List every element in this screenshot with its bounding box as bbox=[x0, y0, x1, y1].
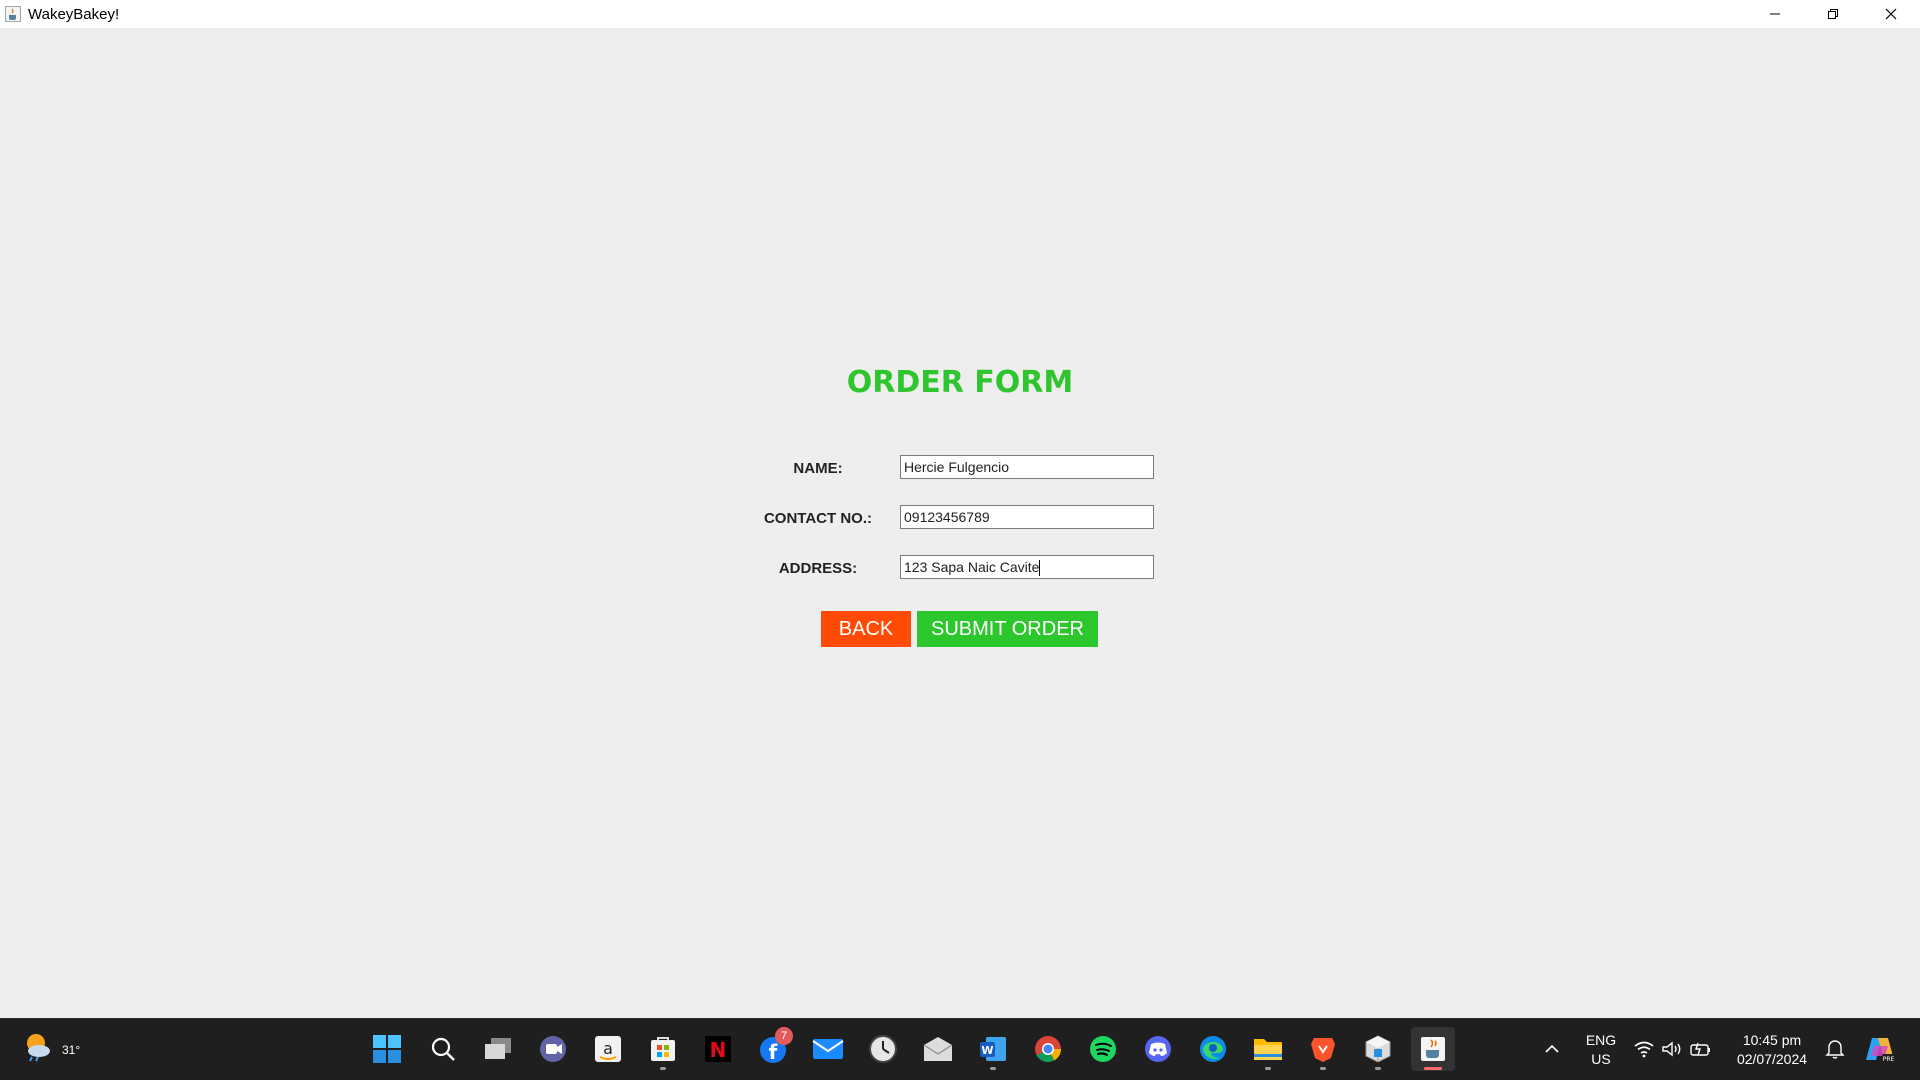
mail-button[interactable] bbox=[806, 1027, 850, 1071]
running-indicator bbox=[1265, 1067, 1271, 1070]
discord-icon bbox=[1145, 1036, 1171, 1062]
clock-icon bbox=[869, 1035, 897, 1063]
name-field[interactable]: Hercie Fulgencio bbox=[900, 455, 1154, 479]
spotify-icon bbox=[1090, 1036, 1116, 1062]
running-indicator bbox=[1375, 1067, 1381, 1070]
svg-text:N: N bbox=[710, 1038, 727, 1062]
chrome-button[interactable] bbox=[1026, 1027, 1070, 1071]
running-indicator bbox=[990, 1067, 996, 1070]
close-button[interactable] bbox=[1862, 0, 1920, 28]
mail-icon bbox=[812, 1039, 844, 1059]
svg-text:W: W bbox=[981, 1044, 993, 1057]
amazon-icon: a bbox=[595, 1036, 621, 1062]
windows-start-icon bbox=[373, 1035, 401, 1063]
edge-icon bbox=[1200, 1036, 1226, 1062]
file-explorer-button[interactable] bbox=[1246, 1027, 1290, 1071]
chrome-icon bbox=[1035, 1036, 1062, 1063]
facebook-button[interactable]: f 7 bbox=[751, 1027, 795, 1071]
amazon-button[interactable]: a bbox=[586, 1027, 630, 1071]
search-button[interactable] bbox=[421, 1027, 465, 1071]
address-label: ADDRESS: bbox=[778, 560, 858, 577]
volume-icon bbox=[1662, 1041, 1681, 1057]
task-view-button[interactable] bbox=[476, 1027, 520, 1071]
task-view-icon bbox=[485, 1038, 511, 1059]
svg-text:a: a bbox=[603, 1039, 613, 1058]
teams-button[interactable] bbox=[531, 1027, 575, 1071]
netflix-icon: N bbox=[705, 1036, 731, 1062]
language-indicator[interactable]: ENG US bbox=[1578, 1031, 1624, 1069]
contact-field[interactable]: 09123456789 bbox=[900, 505, 1154, 529]
address-field[interactable]: 123 Sapa Naic Cavite bbox=[900, 555, 1154, 579]
word-icon: W bbox=[980, 1037, 1006, 1061]
spotify-button[interactable] bbox=[1081, 1027, 1125, 1071]
active-indicator bbox=[1424, 1067, 1442, 1070]
minimize-button[interactable] bbox=[1746, 0, 1804, 28]
virtualbox-button[interactable] bbox=[1356, 1027, 1400, 1071]
wifi-icon bbox=[1634, 1041, 1654, 1058]
running-indicator bbox=[660, 1067, 666, 1070]
submit-order-button[interactable]: SUBMIT ORDER bbox=[917, 611, 1098, 647]
svg-text:PRE: PRE bbox=[1883, 1056, 1895, 1063]
date-text: 02/07/2024 bbox=[1736, 1051, 1808, 1067]
name-field-value: Hercie Fulgencio bbox=[904, 459, 1010, 475]
microsoft-store-icon bbox=[651, 1037, 675, 1061]
show-hidden-icons-button[interactable] bbox=[1532, 1027, 1572, 1071]
chevron-up-icon bbox=[1545, 1044, 1559, 1053]
running-indicator bbox=[1320, 1067, 1326, 1070]
back-button[interactable]: BACK bbox=[821, 611, 911, 647]
word-button[interactable]: W bbox=[971, 1027, 1015, 1071]
text-caret bbox=[1039, 560, 1041, 577]
email-client-icon bbox=[923, 1037, 953, 1061]
contact-label: CONTACT NO.: bbox=[763, 510, 873, 527]
time-text: 10:45 pm bbox=[1742, 1032, 1802, 1048]
cube-icon bbox=[1365, 1035, 1391, 1063]
copilot-icon: PRE bbox=[1866, 1038, 1895, 1063]
window-title: WakeyBakey! bbox=[28, 5, 120, 23]
taskbar: 31° a N f 7 W ENG US 10:45 pm 02/07/2024… bbox=[0, 1018, 1920, 1080]
form-title: ORDER FORM bbox=[846, 365, 1074, 400]
battery-charging-icon bbox=[1690, 1042, 1710, 1056]
brave-button[interactable] bbox=[1301, 1027, 1345, 1071]
java-cup-icon bbox=[1421, 1037, 1445, 1061]
weather-widget[interactable]: 31° bbox=[22, 1029, 80, 1069]
notification-badge: 7 bbox=[775, 1027, 793, 1045]
folder-icon bbox=[1254, 1039, 1282, 1060]
copilot-button[interactable]: PRE bbox=[1858, 1027, 1902, 1071]
search-icon bbox=[431, 1037, 455, 1061]
java-app-button[interactable] bbox=[1411, 1027, 1455, 1071]
notification-bell-icon bbox=[1825, 1040, 1845, 1059]
quick-settings-button[interactable] bbox=[1628, 1027, 1718, 1071]
discord-button[interactable] bbox=[1136, 1027, 1180, 1071]
start-button[interactable] bbox=[365, 1027, 409, 1071]
weather-temp: 31° bbox=[62, 1043, 81, 1057]
clock-app-button[interactable] bbox=[861, 1027, 905, 1071]
java-cup-icon bbox=[4, 5, 22, 23]
title-bar: WakeyBakey! bbox=[0, 0, 1920, 28]
close-icon bbox=[1885, 8, 1897, 20]
notifications-button[interactable] bbox=[1818, 1027, 1852, 1071]
restore-button[interactable] bbox=[1804, 0, 1862, 28]
region-code: US bbox=[1591, 1051, 1611, 1067]
svg-text:f: f bbox=[769, 1040, 778, 1064]
brave-lion-icon bbox=[1311, 1038, 1335, 1062]
edge-button[interactable] bbox=[1191, 1027, 1235, 1071]
weather-icon bbox=[27, 1034, 50, 1062]
language-code: ENG bbox=[1585, 1032, 1617, 1048]
netflix-button[interactable]: N bbox=[696, 1027, 740, 1071]
email-client-button[interactable] bbox=[916, 1027, 960, 1071]
address-field-value: 123 Sapa Naic Cavite bbox=[904, 559, 1040, 575]
restore-icon bbox=[1828, 9, 1838, 19]
microsoft-store-button[interactable] bbox=[641, 1027, 685, 1071]
clock[interactable]: 10:45 pm 02/07/2024 bbox=[1730, 1031, 1814, 1069]
name-label: NAME: bbox=[793, 460, 843, 477]
minimize-icon bbox=[1770, 13, 1780, 15]
contact-field-value: 09123456789 bbox=[904, 509, 990, 525]
teams-icon bbox=[540, 1036, 566, 1062]
